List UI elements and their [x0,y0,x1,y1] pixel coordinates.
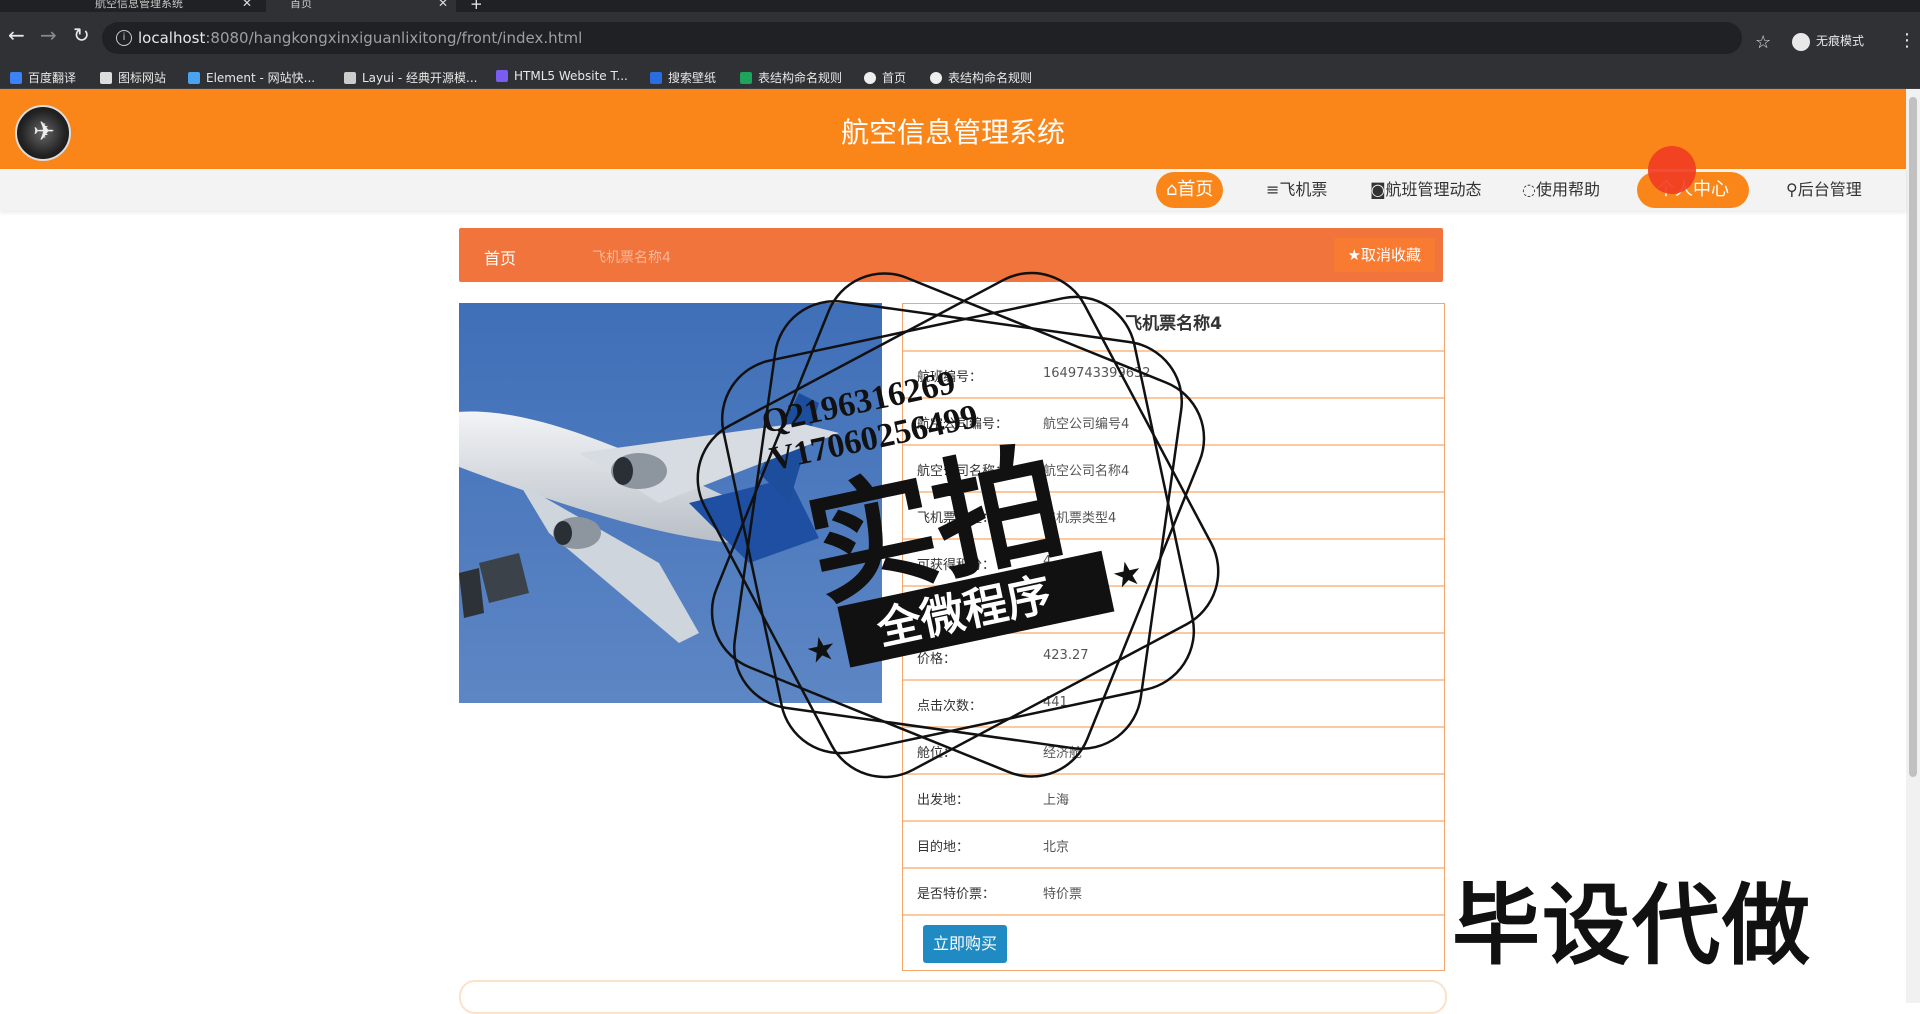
nav-home[interactable]: ⌂首页 [1156,172,1224,208]
detail-row: 可获得积分： 4 [903,540,1444,587]
detail-row: 航空公司名称： 航空公司名称4 [903,446,1444,493]
globe-icon [930,72,942,84]
cursor-highlight [1648,146,1696,194]
flag-icon [100,72,112,84]
unfavorite-button[interactable]: ★取消收藏 [1333,238,1435,272]
html5-icon [496,70,508,82]
detail-label: 飞机票类型： [917,511,996,526]
close-icon[interactable]: ✕ [242,0,252,9]
ticket-image [459,303,882,703]
breadcrumb-current: 飞机票名称4 [592,250,671,266]
breadcrumb-home[interactable]: 首页 [484,245,516,269]
detail-value: 北京 [1043,840,1070,855]
ticket-detail-panel: 飞机票名称4 航班编号： 1649743399632 航空公司编号： 航空公司编号4… [902,303,1445,971]
site-title: 航空信息管理系统 [840,116,1065,149]
detail-value: 航空公司编号4 [1043,417,1130,432]
detail-value: 1649743399632 [1043,366,1151,381]
tab-title: 首页 [290,0,312,10]
detail-row: 飞机票类型： 飞机票类型4 [903,493,1444,540]
detail-label: 点击次数： [917,699,983,714]
info-icon[interactable]: i [116,30,132,46]
detail-value: 上海 [1043,793,1070,808]
wallpaper-icon [650,72,662,84]
breadcrumb: 首页 飞机票名称4 ★取消收藏 [459,228,1443,282]
detail-label: 舱位： [917,746,957,761]
url-field[interactable]: i localhost:8080/hangkongxinxiguanlixito… [102,22,1742,54]
site-header: ✈ 航空信息管理系统 [0,89,1906,169]
nav-admin[interactable]: ⚲后台管理 [1776,172,1872,208]
detail-row: 点击次数： 441 [903,681,1444,728]
detail-row: 航班编号： 1649743399632 [903,352,1444,399]
incognito-label: 无痕模式 [1816,34,1865,48]
detail-label: 是否特价票： [917,887,996,902]
new-tab-button[interactable]: + [470,0,490,12]
buy-now-button[interactable]: 立即购买 [923,925,1007,963]
bookmark-item[interactable]: 图标网站 [100,69,166,86]
layui-icon [344,72,356,84]
detail-label: 航班编号： [917,370,983,385]
detail-value: 航空公司名称4 [1043,464,1130,479]
browser-tab-active[interactable]: 首页 ✕ [266,0,456,12]
scrollbar-thumb[interactable] [1909,97,1917,777]
back-icon[interactable]: ← [8,24,25,46]
address-bar-row: ← → ↻ i localhost:8080/hangkongxinxiguan… [0,12,1920,64]
bookmark-item[interactable]: 搜索壁纸 [650,69,716,86]
nav-help[interactable]: ◌使用帮助 [1512,172,1610,208]
tab-title: 航空信息管理系统 [95,0,183,10]
browser-tab[interactable]: 航空信息管理系统 ✕ [75,0,260,12]
forward-icon[interactable]: → [40,24,57,46]
detail-label: 航空公司名称： [917,464,1009,479]
bookmark-item[interactable]: 百度翻译 [10,69,76,86]
watermark-corner-text: 毕设代做 [1452,874,1813,977]
detail-label: 目的地： [917,840,970,855]
sheet-icon [740,72,752,84]
detail-label: 可获得积分： [917,558,996,573]
menu-kebab-icon[interactable]: ⋮ [1898,30,1916,51]
detail-value: 441 [1043,695,1068,710]
detail-label: 飞机票日期： [917,605,996,620]
airplane-photo [459,303,882,703]
nav-tickets[interactable]: ≡飞机票 [1256,172,1337,208]
incognito-indicator[interactable]: 无痕模式 [1792,32,1864,51]
bookmark-star-icon[interactable]: ☆ [1755,32,1771,53]
translate-icon [10,72,22,84]
bookmark-item[interactable]: 表结构命名规则 [930,69,1032,86]
detail-row: 舱位： 经济舱 [903,728,1444,775]
comments-card [459,980,1447,1014]
detail-row: 价格： 423.27 [903,634,1444,681]
detail-value: 经济舱 [1043,746,1083,761]
nav-flight-news[interactable]: ◙航班管理动态 [1360,172,1492,208]
element-icon [188,72,200,84]
bookmark-item[interactable]: 表结构命名规则 [740,69,842,86]
browser-tab-strip: 航空信息管理系统 ✕ 首页 ✕ + [0,0,1920,12]
detail-value: 4 [1043,554,1052,569]
detail-label: 价格： [917,652,957,667]
page-scrollbar[interactable] [1906,89,1920,1003]
detail-row: 飞机票日期： [903,587,1444,634]
detail-value: 特价票 [1043,887,1083,902]
url-path: :8080/hangkongxinxiguanlixitong/front/in… [205,29,583,47]
incognito-icon [1792,32,1810,51]
close-icon[interactable]: ✕ [438,0,448,9]
detail-value: 423.27 [1043,648,1089,663]
bookmark-item[interactable]: Element - 网站快... [188,69,315,86]
detail-row: 是否特价票： 特价票 [903,869,1444,916]
detail-row: 出发地： 上海 [903,775,1444,822]
reload-icon[interactable]: ↻ [73,24,90,46]
detail-value: 飞机票类型4 [1043,511,1117,526]
url-host: localhost [138,29,206,47]
bookmark-item[interactable]: 首页 [864,69,906,86]
main-nav: ⌂首页 ≡飞机票 ◙航班管理动态 ◌使用帮助 个人中心 ⚲后台管理 [0,169,1906,211]
detail-row: 目的地： 北京 [903,822,1444,869]
bookmarks-bar: 百度翻译 图标网站 Element - 网站快... Layui - 经典开源模… [0,64,1920,89]
detail-row: 航空公司编号： 航空公司编号4 [903,399,1444,446]
detail-label: 出发地： [917,793,970,808]
bookmark-item[interactable]: Layui - 经典开源模... [344,69,477,86]
bookmark-item[interactable]: HTML5 Website T... [496,69,628,83]
detail-label: 航空公司编号： [917,417,1009,432]
ticket-title: 飞机票名称4 [903,304,1444,352]
globe-icon [864,72,876,84]
